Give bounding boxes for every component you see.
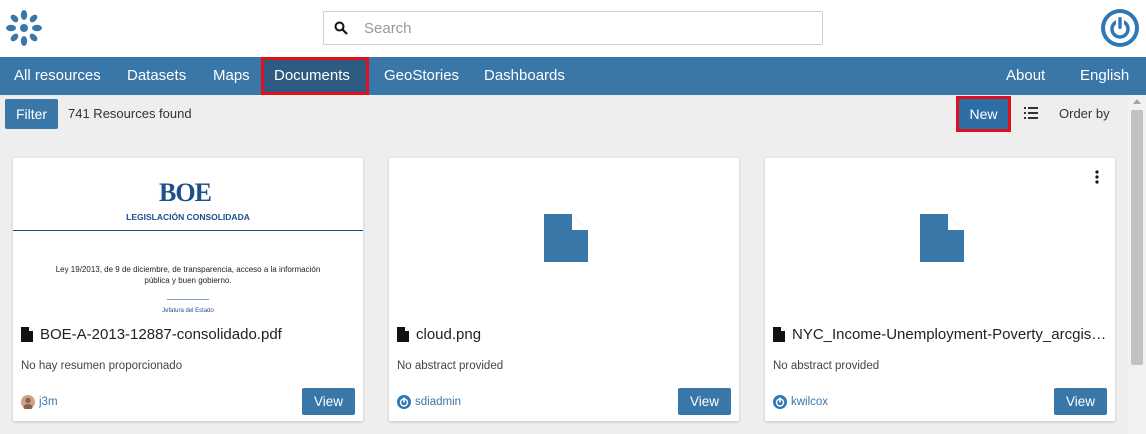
document-icon <box>920 214 964 262</box>
scroll-up-arrow-icon[interactable] <box>1133 99 1141 104</box>
preview-text: Ley 19/2013, de 9 de diciembre, de trans… <box>55 265 321 285</box>
scroll-thumb[interactable] <box>1131 110 1143 365</box>
card-title-text: BOE-A-2013-12887-consolidado.pdf <box>40 326 282 343</box>
document-preview[interactable]: BOE LEGISLACIÓN CONSOLIDADA Ley 19/2013,… <box>13 158 363 318</box>
top-header: Search <box>0 0 1146 57</box>
card-owner[interactable]: j3m <box>21 395 58 409</box>
file-icon <box>397 327 409 342</box>
list-view-icon[interactable] <box>1024 107 1038 119</box>
nav-datasets[interactable]: Datasets <box>127 57 186 95</box>
nav-dashboards[interactable]: Dashboards <box>484 57 565 95</box>
user-menu-power-icon[interactable] <box>1100 8 1140 48</box>
search-icon <box>324 12 358 44</box>
card-title-text: NYC_Income-Unemployment-Poverty_arcgis.c… <box>792 326 1109 343</box>
document-preview[interactable] <box>765 158 1115 318</box>
geonode-logo-icon[interactable] <box>4 8 44 48</box>
card-owner[interactable]: sdiadmin <box>397 395 461 409</box>
main-nav: All resources Datasets Maps Documents Ge… <box>0 57 1146 95</box>
boe-logo: BOE <box>159 178 212 207</box>
filter-button[interactable]: Filter <box>5 99 58 129</box>
card-title[interactable]: NYC_Income-Unemployment-Poverty_arcgis.c… <box>773 326 1109 343</box>
card-abstract: No hay resumen proporcionado <box>21 360 183 372</box>
new-button[interactable]: New <box>956 96 1011 132</box>
divider <box>167 299 209 300</box>
resource-card[interactable]: cloud.png No abstract provided sdiadmin … <box>389 158 739 421</box>
owner-name: kwilcox <box>791 396 829 408</box>
card-title[interactable]: BOE-A-2013-12887-consolidado.pdf <box>21 326 357 343</box>
nav-all-resources[interactable]: All resources <box>14 57 101 95</box>
resource-card[interactable]: BOE LEGISLACIÓN CONSOLIDADA Ley 19/2013,… <box>13 158 363 421</box>
card-abstract: No abstract provided <box>397 360 504 372</box>
view-button[interactable]: View <box>1054 388 1107 415</box>
file-icon <box>21 327 33 342</box>
preview-heading: LEGISLACIÓN CONSOLIDADA <box>126 212 250 222</box>
document-icon <box>544 214 588 262</box>
resource-count: 741 Resources found <box>68 106 192 121</box>
nav-documents[interactable]: Documents <box>261 57 369 95</box>
owner-name: j3m <box>39 396 58 408</box>
order-by-dropdown[interactable]: Order by <box>1059 106 1110 121</box>
card-title-text: cloud.png <box>416 326 482 343</box>
nav-about[interactable]: About <box>1006 57 1045 95</box>
card-title[interactable]: cloud.png <box>397 326 733 343</box>
preview-footer: Jefatura del Estado <box>162 308 214 314</box>
card-owner[interactable]: kwilcox <box>773 395 828 409</box>
nav-language[interactable]: English <box>1080 57 1129 95</box>
more-options-icon[interactable] <box>1095 170 1099 184</box>
document-preview[interactable] <box>389 158 739 318</box>
avatar <box>21 395 35 409</box>
search-placeholder: Search <box>364 19 412 37</box>
file-icon <box>773 327 785 342</box>
user-power-icon <box>397 395 411 409</box>
user-power-icon <box>773 395 787 409</box>
view-button[interactable]: View <box>302 388 355 415</box>
search-input[interactable]: Search <box>323 11 823 45</box>
card-abstract: No abstract provided <box>773 360 880 372</box>
resource-card[interactable]: NYC_Income-Unemployment-Poverty_arcgis.c… <box>765 158 1115 421</box>
nav-maps[interactable]: Maps <box>213 57 250 95</box>
divider <box>13 230 363 231</box>
nav-geostories[interactable]: GeoStories <box>384 57 459 95</box>
view-button[interactable]: View <box>678 388 731 415</box>
owner-name: sdiadmin <box>415 396 462 408</box>
